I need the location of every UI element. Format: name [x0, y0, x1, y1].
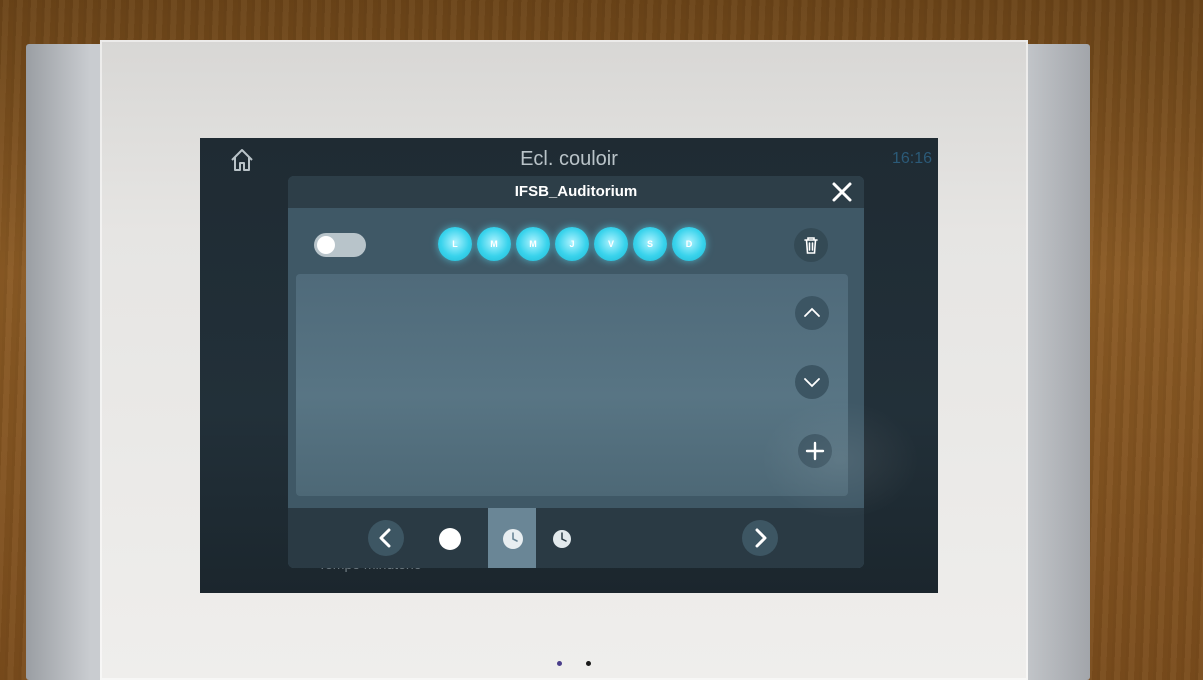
toggle-knob [317, 236, 335, 254]
clock: 16:16 [891, 150, 932, 167]
day-tuesday[interactable]: M [477, 227, 511, 261]
next-button[interactable] [742, 520, 778, 556]
day-thursday[interactable]: J [555, 227, 589, 261]
trash-icon [804, 237, 818, 254]
previous-button[interactable] [368, 520, 404, 556]
day-monday[interactable]: L [438, 227, 472, 261]
dialog-footer [288, 508, 864, 568]
day-saturday[interactable]: S [633, 227, 667, 261]
scroll-up-button[interactable] [795, 296, 829, 330]
delete-button[interactable] [794, 228, 828, 262]
dialog-header: IFSB_Auditorium [288, 176, 864, 208]
tab-dot[interactable] [438, 527, 462, 551]
scroll-down-button[interactable] [795, 365, 829, 399]
chevron-down-icon [804, 378, 820, 388]
enable-toggle[interactable] [314, 233, 366, 257]
chevron-left-icon [379, 528, 391, 548]
dialog-title: IFSB_Auditorium [514, 183, 638, 200]
day-wednesday[interactable]: M [516, 227, 550, 261]
weekday-selector: L M M J V S D [438, 227, 706, 261]
touch-screen: Ecl. couloir 16:16 Tempo minuterie IFSB_… [200, 138, 938, 593]
add-button[interactable] [798, 434, 832, 468]
close-button[interactable] [828, 178, 856, 206]
day-sunday[interactable]: D [672, 227, 706, 261]
tab-clock[interactable] [551, 528, 573, 550]
plus-icon [805, 441, 825, 461]
schedule-dialog: IFSB_Auditorium L M M J V S D [288, 176, 864, 568]
status-led-left [557, 661, 562, 666]
screen-title: Ecl. couloir [520, 148, 618, 170]
status-led-right [586, 661, 591, 666]
schedule-list [296, 274, 848, 496]
chevron-up-icon [804, 307, 820, 317]
close-icon [832, 182, 852, 202]
chevron-right-icon [755, 528, 767, 548]
tab-clock-selected[interactable] [501, 527, 525, 551]
day-friday[interactable]: V [594, 227, 628, 261]
